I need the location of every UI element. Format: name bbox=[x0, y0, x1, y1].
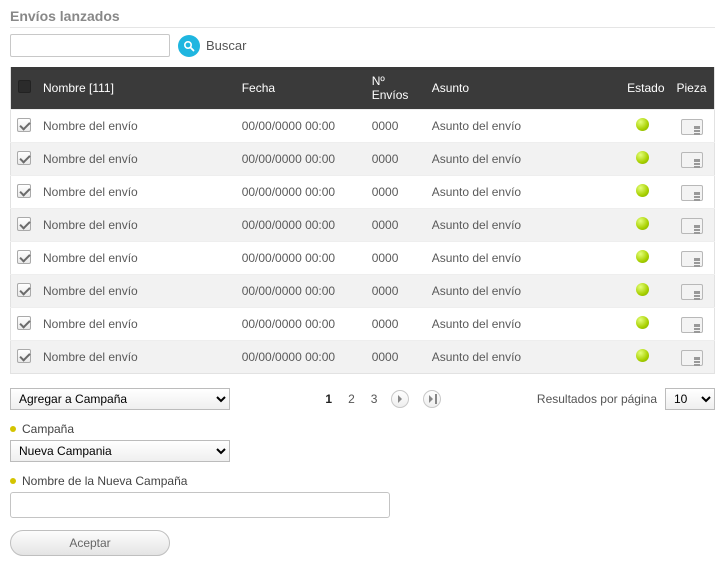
cell-fecha: 00/00/0000 00:00 bbox=[236, 209, 366, 242]
row-checkbox[interactable] bbox=[17, 283, 31, 297]
cell-envios: 0000 bbox=[366, 143, 426, 176]
piece-preview-button[interactable] bbox=[681, 251, 703, 267]
cell-nombre: Nombre del envío bbox=[37, 242, 236, 275]
cell-envios: 0000 bbox=[366, 275, 426, 308]
row-checkbox[interactable] bbox=[17, 217, 31, 231]
table-footer: Agregar a Campaña 1 2 3 Resultados por pág… bbox=[10, 388, 715, 556]
bullet-icon bbox=[10, 426, 16, 432]
table-row: Nombre del envío00/00/0000 00:000000Asun… bbox=[11, 209, 715, 242]
status-dot-icon bbox=[636, 316, 649, 329]
status-dot-icon bbox=[636, 283, 649, 296]
page-number[interactable]: 3 bbox=[371, 392, 378, 406]
search-input[interactable] bbox=[10, 34, 170, 57]
status-dot-icon bbox=[636, 151, 649, 164]
campaign-label: Campaña bbox=[10, 422, 715, 436]
cell-envios: 0000 bbox=[366, 110, 426, 143]
cell-asunto: Asunto del envío bbox=[426, 275, 615, 308]
cell-fecha: 00/00/0000 00:00 bbox=[236, 176, 366, 209]
envios-table: Nombre [111] Fecha Nº Envíos Asunto Esta… bbox=[10, 67, 715, 374]
row-checkbox[interactable] bbox=[17, 349, 31, 363]
piece-preview-button[interactable] bbox=[681, 284, 703, 300]
new-campaign-name-input[interactable] bbox=[10, 492, 390, 518]
search-button[interactable]: Buscar bbox=[178, 35, 246, 57]
piece-preview-button[interactable] bbox=[681, 317, 703, 333]
cell-asunto: Asunto del envío bbox=[426, 143, 615, 176]
piece-preview-button[interactable] bbox=[681, 152, 703, 168]
campaign-select[interactable]: Nueva Campania bbox=[10, 440, 230, 462]
accept-button[interactable]: Aceptar bbox=[10, 530, 170, 556]
row-checkbox[interactable] bbox=[17, 151, 31, 165]
cell-fecha: 00/00/0000 00:00 bbox=[236, 341, 366, 374]
cell-envios: 0000 bbox=[366, 308, 426, 341]
cell-fecha: 00/00/0000 00:00 bbox=[236, 242, 366, 275]
chevron-right-end-icon bbox=[428, 395, 436, 403]
table-row: Nombre del envío00/00/0000 00:000000Asun… bbox=[11, 176, 715, 209]
status-dot-icon bbox=[636, 184, 649, 197]
search-icon bbox=[178, 35, 200, 57]
row-checkbox[interactable] bbox=[17, 316, 31, 330]
cell-fecha: 00/00/0000 00:00 bbox=[236, 110, 366, 143]
cell-envios: 0000 bbox=[366, 176, 426, 209]
pagination: 1 2 3 bbox=[325, 390, 441, 408]
cell-envios: 0000 bbox=[366, 341, 426, 374]
table-row: Nombre del envío00/00/0000 00:000000Asun… bbox=[11, 143, 715, 176]
cell-nombre: Nombre del envío bbox=[37, 209, 236, 242]
col-header-nombre[interactable]: Nombre [111] bbox=[37, 67, 236, 110]
status-dot-icon bbox=[636, 118, 649, 131]
cell-envios: 0000 bbox=[366, 242, 426, 275]
status-dot-icon bbox=[636, 349, 649, 362]
cell-asunto: Asunto del envío bbox=[426, 110, 615, 143]
new-campaign-name-label: Nombre de la Nueva Campaña bbox=[10, 474, 715, 488]
table-header-row: Nombre [111] Fecha Nº Envíos Asunto Esta… bbox=[11, 67, 715, 110]
cell-nombre: Nombre del envío bbox=[37, 143, 236, 176]
col-header-envios[interactable]: Nº Envíos bbox=[366, 67, 426, 110]
cell-fecha: 00/00/0000 00:00 bbox=[236, 275, 366, 308]
row-checkbox[interactable] bbox=[17, 250, 31, 264]
select-all-checkbox[interactable] bbox=[18, 80, 31, 93]
cell-nombre: Nombre del envío bbox=[37, 308, 236, 341]
table-row: Nombre del envío00/00/0000 00:000000Asun… bbox=[11, 275, 715, 308]
cell-fecha: 00/00/0000 00:00 bbox=[236, 143, 366, 176]
row-checkbox[interactable] bbox=[17, 118, 31, 132]
results-per-page: Resultados por página 10 bbox=[537, 388, 715, 410]
piece-preview-button[interactable] bbox=[681, 350, 703, 366]
cell-asunto: Asunto del envío bbox=[426, 242, 615, 275]
page-last-button[interactable] bbox=[423, 390, 441, 408]
status-dot-icon bbox=[636, 250, 649, 263]
status-dot-icon bbox=[636, 217, 649, 230]
cell-envios: 0000 bbox=[366, 209, 426, 242]
table-row: Nombre del envío00/00/0000 00:000000Asun… bbox=[11, 341, 715, 374]
col-header-pieza[interactable]: Pieza bbox=[671, 67, 715, 110]
cell-nombre: Nombre del envío bbox=[37, 275, 236, 308]
piece-preview-button[interactable] bbox=[681, 119, 703, 135]
table-row: Nombre del envío00/00/0000 00:000000Asun… bbox=[11, 308, 715, 341]
cell-fecha: 00/00/0000 00:00 bbox=[236, 308, 366, 341]
table-row: Nombre del envío00/00/0000 00:000000Asun… bbox=[11, 110, 715, 143]
results-per-page-label: Resultados por página bbox=[537, 392, 657, 406]
page-number[interactable]: 1 bbox=[325, 392, 332, 406]
cell-asunto: Asunto del envío bbox=[426, 341, 615, 374]
piece-preview-button[interactable] bbox=[681, 185, 703, 201]
page-next-button[interactable] bbox=[391, 390, 409, 408]
cell-nombre: Nombre del envío bbox=[37, 110, 236, 143]
table-row: Nombre del envío00/00/0000 00:000000Asun… bbox=[11, 242, 715, 275]
row-checkbox[interactable] bbox=[17, 184, 31, 198]
search-bar: Buscar bbox=[10, 34, 715, 57]
cell-nombre: Nombre del envío bbox=[37, 341, 236, 374]
chevron-right-icon bbox=[396, 395, 404, 403]
bullet-icon bbox=[10, 478, 16, 484]
col-header-fecha[interactable]: Fecha bbox=[236, 67, 366, 110]
bulk-action-select[interactable]: Agregar a Campaña bbox=[10, 388, 230, 410]
cell-asunto: Asunto del envío bbox=[426, 176, 615, 209]
page-title: Envíos lanzados bbox=[10, 8, 715, 28]
col-header-asunto[interactable]: Asunto bbox=[426, 67, 615, 110]
cell-nombre: Nombre del envío bbox=[37, 176, 236, 209]
cell-asunto: Asunto del envío bbox=[426, 308, 615, 341]
piece-preview-button[interactable] bbox=[681, 218, 703, 234]
results-per-page-select[interactable]: 10 bbox=[665, 388, 715, 410]
cell-asunto: Asunto del envío bbox=[426, 209, 615, 242]
search-button-label: Buscar bbox=[206, 38, 246, 53]
page-number[interactable]: 2 bbox=[348, 392, 355, 406]
col-header-estado[interactable]: Estado bbox=[615, 67, 671, 110]
